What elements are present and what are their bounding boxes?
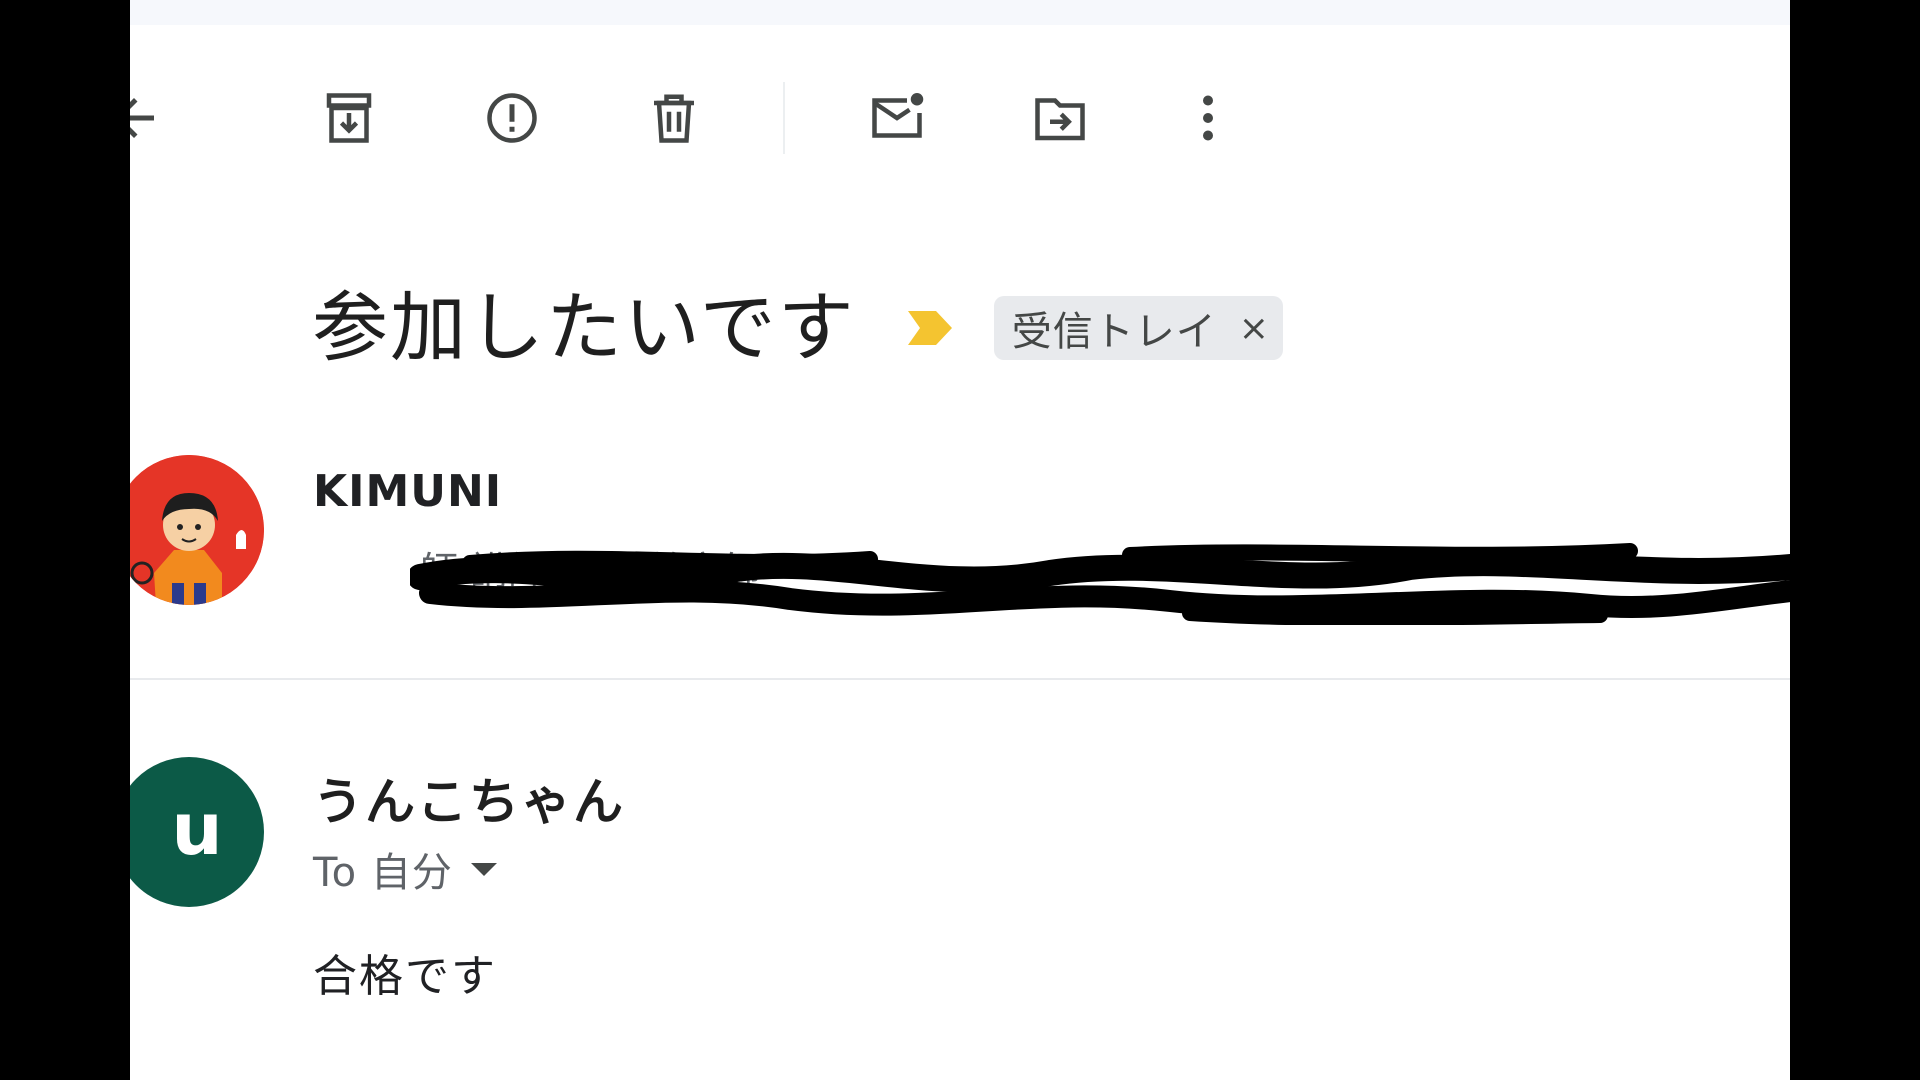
- delete-button[interactable]: [642, 86, 706, 150]
- email-toolbar: [130, 70, 1790, 166]
- subject-row: 参加したいです 受信トレイ ×: [312, 278, 1283, 378]
- move-to-button[interactable]: [1028, 86, 1092, 150]
- move-to-folder-icon: [1035, 98, 1085, 141]
- email-view: 参加したいです 受信トレイ × KIMUNI 師 講師 母親 美容師 u うんこ…: [130, 0, 1790, 1080]
- avatar[interactable]: [130, 455, 264, 605]
- recipient-text: To 自分: [313, 850, 453, 896]
- archive-button[interactable]: [317, 86, 381, 150]
- cartoon-boy-avatar-icon: [130, 455, 264, 605]
- avatar[interactable]: u: [130, 757, 264, 907]
- importance-marker-icon[interactable]: [907, 311, 952, 345]
- toolbar-divider: [783, 82, 785, 154]
- more-options-button[interactable]: [1176, 86, 1240, 150]
- label-remove-icon[interactable]: ×: [1239, 308, 1269, 349]
- subject-title: 参加したいです: [312, 283, 856, 372]
- trash-icon: [654, 94, 694, 143]
- message-divider: [130, 678, 1790, 680]
- top-strip: [130, 0, 1790, 25]
- avatar-letter: u: [171, 787, 223, 871]
- report-spam-icon: [487, 93, 537, 143]
- recipient-details-toggle[interactable]: To 自分: [313, 840, 497, 898]
- back-button[interactable]: [130, 86, 166, 150]
- label-chip-inbox[interactable]: 受信トレイ ×: [993, 296, 1283, 360]
- message-body: 合格です: [313, 951, 497, 1002]
- mark-unread-button[interactable]: [865, 86, 929, 150]
- archive-icon: [326, 93, 372, 143]
- sender-name[interactable]: KIMUNI: [313, 466, 502, 517]
- sender-name[interactable]: うんこちゃん: [313, 762, 625, 834]
- more-vert-icon: [1203, 95, 1213, 141]
- caret-down-icon: [470, 862, 497, 876]
- arrow-left-icon: [130, 98, 154, 138]
- mark-unread-icon: [872, 93, 924, 138]
- report-spam-button[interactable]: [480, 86, 544, 150]
- redaction-scribble: [410, 543, 1790, 625]
- label-chip-text: 受信トレイ: [1011, 309, 1217, 355]
